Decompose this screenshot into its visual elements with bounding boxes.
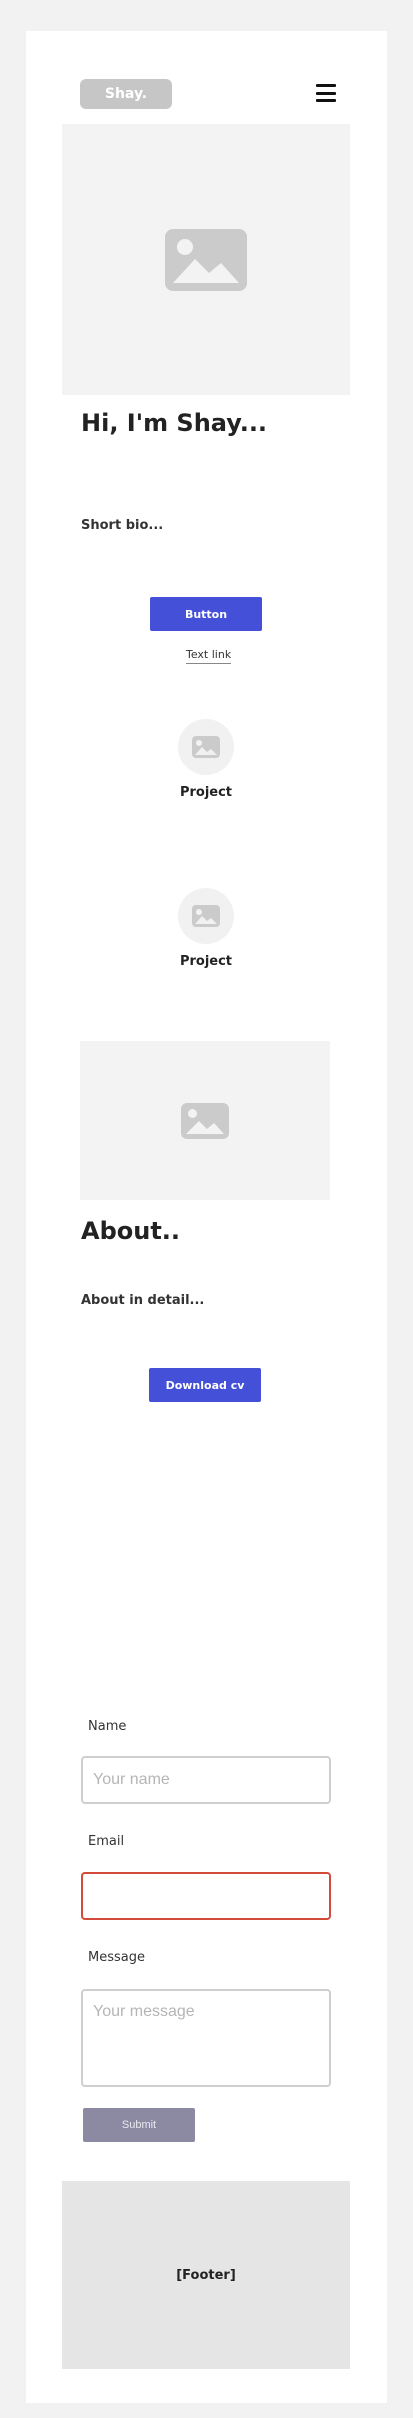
message-label: Message (88, 1950, 145, 1965)
message-placeholder: Your message (93, 2003, 195, 2020)
email-input[interactable] (81, 1872, 331, 1920)
hero-button[interactable]: Button (150, 597, 262, 631)
project-label: Project (179, 954, 233, 969)
page-container: Shay. Hi, I'm Shay... Short bio... Butto… (26, 31, 387, 2403)
hamburger-line (316, 99, 336, 102)
about-image (80, 1041, 330, 1200)
project-thumbnail (178, 719, 234, 775)
project-card[interactable]: Project (176, 719, 236, 800)
hamburger-line (316, 84, 336, 87)
logo[interactable]: Shay. (80, 79, 172, 109)
text-link[interactable]: Text link (186, 648, 232, 664)
footer-text: [Footer] (176, 2267, 236, 2283)
message-textarea[interactable]: Your message (81, 1989, 331, 2087)
image-placeholder-icon (165, 228, 247, 291)
name-input[interactable]: Your name (81, 1756, 331, 1804)
hero-button-label: Button (184, 607, 228, 621)
hamburger-line (316, 91, 336, 95)
submit-button[interactable]: Submit (83, 2108, 195, 2142)
submit-label: Submit (121, 2119, 157, 2131)
hero-image (62, 124, 350, 395)
image-placeholder-icon (192, 905, 220, 927)
name-label: Name (88, 1719, 127, 1734)
about-detail: About in detail... (81, 1293, 205, 1308)
name-placeholder: Your name (93, 1771, 170, 1788)
image-placeholder-icon (192, 736, 220, 758)
short-bio: Short bio... (81, 518, 164, 533)
download-cv-button[interactable]: Download cv (149, 1368, 261, 1402)
logo-text: Shay. (104, 86, 148, 102)
hero-title: Hi, I'm Shay... (81, 409, 268, 437)
project-thumbnail (178, 888, 234, 944)
hamburger-icon[interactable] (316, 83, 336, 103)
project-label: Project (179, 785, 233, 800)
project-card[interactable]: Project (176, 888, 236, 969)
footer: [Footer] (62, 2181, 350, 2369)
image-placeholder-icon (181, 1102, 229, 1139)
about-title: About.. (81, 1217, 181, 1245)
download-cv-label: Download cv (165, 1378, 245, 1392)
email-label: Email (88, 1834, 125, 1849)
